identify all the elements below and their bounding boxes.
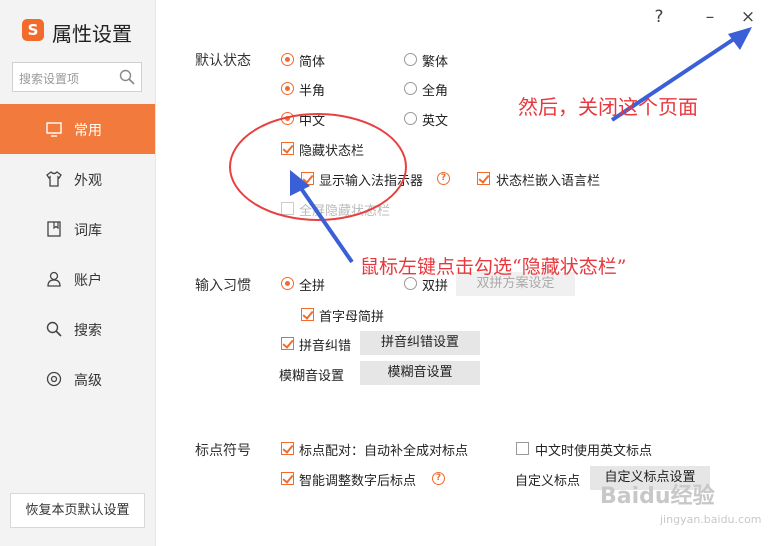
radio-simplified[interactable] [281,53,294,66]
radio-full-pinyin[interactable] [281,277,294,290]
section-label-input-habits: 输入习惯 [195,278,251,294]
help-button[interactable]: ? [648,6,670,28]
arrow-to-checkbox [296,182,354,264]
fuzzy-sound-settings-button[interactable]: 模糊音设置 [360,361,480,385]
arrow-to-close-head [728,27,752,50]
radio-fullwidth-label: 全角 [422,84,449,99]
checkbox-hide-status-bar[interactable] [281,142,294,155]
sidebar: S 属性设置 搜索设置项 常用 外观 词库 账户 搜索 高级 恢复本页默认设置 [0,0,156,546]
radio-traditional[interactable] [404,53,417,66]
annotation-click-hint: 鼠标左键点击勾选“隐藏状态栏” [360,256,627,278]
radio-simplified-label: 简体 [299,55,326,70]
annotation-close-hint: 然后，关闭这个页面 [518,95,698,119]
sidebar-item-advanced[interactable]: 高级 [0,354,155,404]
sidebar-item-label: 外观 [74,173,102,189]
checkbox-embed-language-bar[interactable] [477,172,490,185]
checkbox-pinyin-correction[interactable] [281,337,294,350]
radio-full-pinyin-label: 全拼 [299,279,326,294]
checkbox-auto-pair-label: 标点配对：自动补全成对标点 [299,444,469,459]
checkbox-smart-digit-punct-label: 智能调整数字后标点 [299,474,417,489]
sidebar-item-appearance[interactable]: 外观 [0,154,155,204]
sidebar-item-label: 搜索 [74,323,102,339]
sidebar-item-account[interactable]: 账户 [0,254,155,304]
search-icon[interactable] [119,69,135,85]
checkbox-english-punct-in-chinese[interactable] [516,442,529,455]
user-icon [47,271,61,287]
help-circle-icon[interactable]: ? [432,472,445,485]
checkbox-fullscreen-hide [281,202,294,215]
radio-english-label: 英文 [422,114,449,129]
checkbox-smart-digit-punct[interactable] [281,472,294,485]
minimize-button[interactable]: – [699,6,721,28]
reset-defaults-button[interactable]: 恢复本页默认设置 [10,493,145,528]
radio-halfwidth[interactable] [281,82,294,95]
checkbox-show-ime-indicator-label: 显示输入法指示器 [319,174,424,189]
radio-traditional-label: 繁体 [422,55,449,70]
section-label-punctuation: 标点符号 [195,443,251,459]
fuzzy-sound-label: 模糊音设置 [279,369,345,384]
checkbox-hide-status-bar-label: 隐藏状态栏 [299,144,365,159]
pinyin-correction-settings-button[interactable]: 拼音纠错设置 [360,331,480,355]
checkbox-initial-jianpin[interactable] [301,308,314,321]
search-placeholder: 搜索设置项 [19,72,80,86]
checkbox-pinyin-correction-label: 拼音纠错 [299,339,352,354]
sogou-logo-icon: S [22,19,44,41]
sidebar-item-label: 高级 [74,373,102,389]
checkbox-auto-pair[interactable] [281,442,294,455]
search-input[interactable]: 搜索设置项 [12,62,142,92]
shirt-icon [46,171,62,187]
app-title: 属性设置 [52,22,132,46]
gear-icon [46,371,62,387]
sidebar-item-label: 常用 [74,123,102,139]
custom-punct-label: 自定义标点 [515,474,581,489]
sidebar-item-common[interactable]: 常用 [0,104,155,154]
radio-fullwidth[interactable] [404,82,417,95]
radio-english[interactable] [404,112,417,125]
radio-chinese-label: 中文 [299,114,326,129]
monitor-icon [46,122,62,137]
sidebar-item-label: 账户 [74,273,102,289]
checkbox-embed-language-bar-label: 状态栏嵌入语言栏 [496,174,601,189]
book-icon [47,221,61,237]
checkbox-show-ime-indicator[interactable] [301,172,314,185]
sidebar-item-search[interactable]: 搜索 [0,304,155,354]
radio-halfwidth-label: 半角 [299,84,326,99]
sidebar-item-label: 词库 [74,223,102,239]
watermark-brand: Baidu经验 [600,484,715,509]
help-circle-icon[interactable]: ? [437,172,450,185]
search-icon [46,321,62,337]
section-label-default-state: 默认状态 [195,53,251,69]
checkbox-fullscreen-hide-label: 全屏隐藏状态栏 [299,204,391,219]
checkbox-initial-jianpin-label: 首字母简拼 [319,310,385,325]
watermark-url: jingyan.baidu.com [660,513,762,526]
checkbox-english-punct-in-chinese-label: 中文时使用英文标点 [535,444,653,459]
close-button[interactable]: × [737,6,759,28]
radio-chinese[interactable] [281,112,294,125]
sidebar-item-lexicon[interactable]: 词库 [0,204,155,254]
